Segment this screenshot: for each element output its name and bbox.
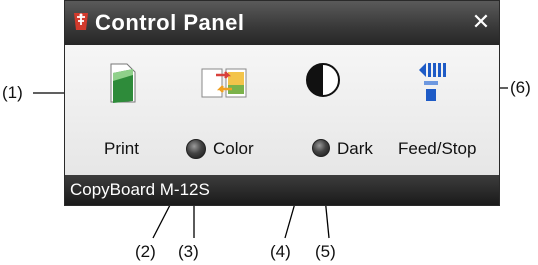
window-title: Control Panel — [95, 10, 245, 35]
callout-1: (1) — [2, 83, 23, 102]
print-document-icon[interactable] — [105, 61, 141, 105]
color-swap-icon[interactable] — [199, 63, 249, 103]
callout-6: (6) — [510, 78, 531, 97]
callout-2: (2) — [135, 242, 156, 261]
dark-indicator-led — [312, 139, 330, 157]
button-area: Print Color Dark Feed/Stop — [65, 45, 499, 177]
feed-stop-label[interactable]: Feed/Stop — [398, 139, 476, 159]
callout-5: (5) — [315, 242, 336, 261]
close-button[interactable]: ✕ — [469, 10, 493, 34]
control-panel-window: Control Panel ✕ Print Color Dark Feed/St… — [64, 0, 500, 206]
color-indicator-led — [186, 139, 206, 159]
color-label[interactable]: Color — [213, 139, 254, 159]
feed-stop-icon[interactable] — [417, 59, 449, 105]
callout-4: (4) — [270, 242, 291, 261]
model-name: CopyBoard M-12S — [70, 180, 210, 199]
title-bar[interactable]: Control Panel ✕ — [65, 1, 499, 45]
dark-label[interactable]: Dark — [337, 139, 373, 159]
status-bar: CopyBoard M-12S — [65, 175, 499, 205]
print-label[interactable]: Print — [104, 139, 139, 159]
contrast-icon[interactable] — [304, 61, 342, 99]
app-icon — [74, 13, 88, 30]
callout-3: (3) — [178, 242, 199, 261]
